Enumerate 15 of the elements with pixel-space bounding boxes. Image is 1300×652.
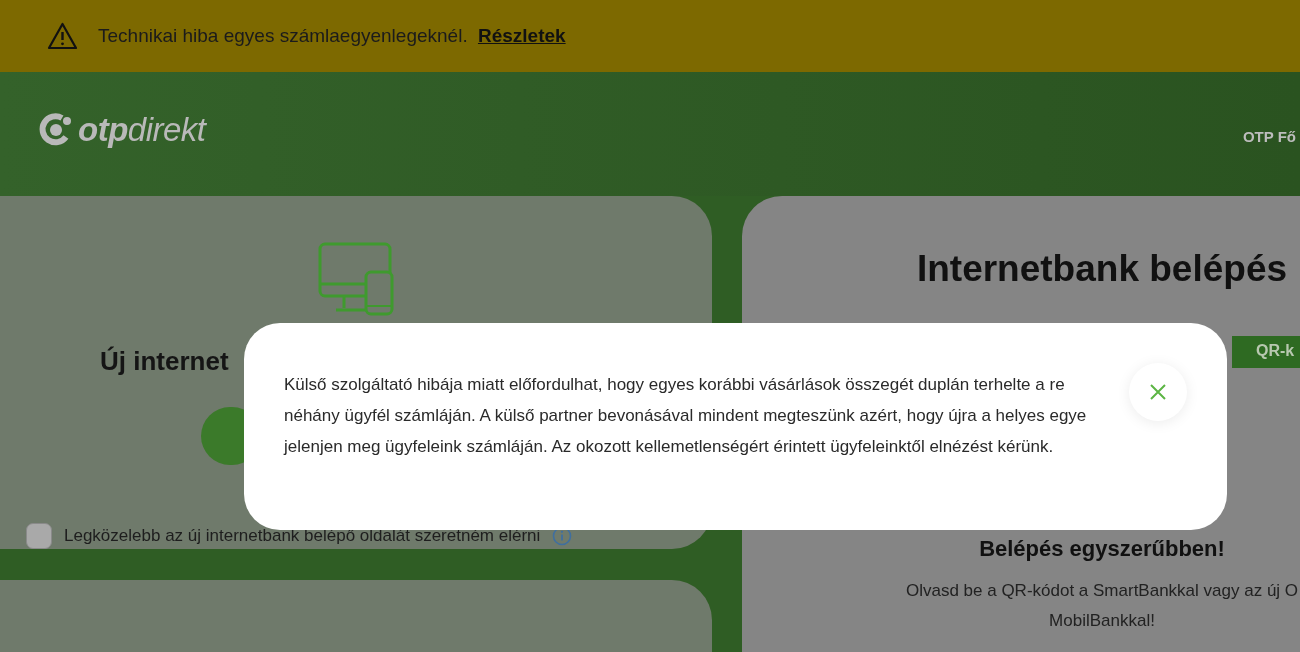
close-icon (1149, 383, 1167, 401)
logo-text: otpdirekt (78, 111, 206, 149)
checkbox-label: Legközelebb az új internetbank belépő oldalát szeretném elérni (64, 526, 541, 546)
alert-message: Technikai hiba egyes számlaegyenlegeknél. Részletek (98, 25, 566, 47)
card-title: Új internet (100, 346, 229, 377)
login-title: Internetbank belépés (916, 248, 1288, 290)
login-subtitle: Belépés egyszerűbben! (979, 536, 1225, 562)
nav-link[interactable]: OTP Fő (1242, 127, 1296, 145)
warning-icon (47, 22, 78, 50)
login-tab[interactable]: QR-k (1232, 336, 1300, 368)
details-link[interactable]: Részletek (477, 25, 566, 46)
checkbox[interactable] (26, 523, 52, 549)
login-description: Olvasd be a QR-kódot a SmartBankkal vagy az új O MobilBankkal! (905, 580, 1299, 632)
logo-icon (38, 112, 74, 148)
modal-message: Külső szolgáltató hibája miatt előfordulhat, hogy egyes korábbi vásárlások összegét duplán terhelte a re néhány ügyfél számláján. A külső partner bevonásával mindent megteszünk azért, hogy újra a helyes egye jelenjen meg ügyfeleink számláján. Az okozott kellemetlenségért érintett ügyfeleinktől elnézést kérünk. (284, 374, 1087, 458)
